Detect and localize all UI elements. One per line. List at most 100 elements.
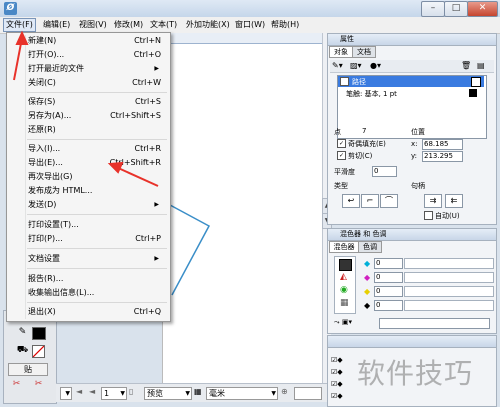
magenta-slider[interactable] xyxy=(404,272,494,283)
yellow-value-field[interactable]: 0 xyxy=(374,286,403,297)
type-curve-button[interactable]: ⌒ xyxy=(380,194,398,208)
menu-item-open[interactable]: 打开(O)... Ctrl+O xyxy=(9,49,167,61)
fill-color-swatch[interactable] xyxy=(32,345,45,358)
menu-item-open-recent[interactable]: 打开最近的文件 ▶ xyxy=(9,63,167,75)
magenta-value-field[interactable]: 0 xyxy=(374,272,403,283)
cyan-value-field[interactable]: 0 xyxy=(374,258,403,269)
menu-item-collect-output[interactable]: 收集输出信息(L)... xyxy=(9,287,167,299)
zoom-field[interactable] xyxy=(294,387,322,400)
stroke-attribute[interactable]: 笔触: 基本, 1 pt xyxy=(346,89,397,99)
effect-tool-icon[interactable]: ●▾ xyxy=(370,61,381,70)
lower-panel-list[interactable]: ☑◆ ☑◆ ☑◆ ☑◆ xyxy=(331,354,343,402)
page-number-field[interactable]: 1 ▼ xyxy=(101,387,127,400)
x-position-field[interactable]: 68.185 xyxy=(422,139,463,150)
rgb-mode-icon[interactable] xyxy=(339,259,352,271)
point-label: 点 xyxy=(334,128,341,136)
menu-item-new[interactable]: 新建(N) Ctrl+N xyxy=(9,35,167,47)
clip-checkbox[interactable]: ✓ xyxy=(337,151,346,160)
minimize-button[interactable]: – xyxy=(421,1,445,17)
menu-item-shortcut: Ctrl+R xyxy=(134,144,162,153)
tab-tints[interactable]: 色调 xyxy=(358,241,382,253)
menu-item-label: 保存(S) xyxy=(28,97,56,106)
smoothness-label: 平滑度 xyxy=(334,168,355,176)
menu-item-revert[interactable]: 还原(R) xyxy=(9,124,167,136)
fill-bucket-icon[interactable]: ⛟ xyxy=(14,343,31,358)
path-checkbox[interactable] xyxy=(340,77,349,86)
handle-left-button[interactable]: ⇉ xyxy=(424,194,442,208)
path-color-swatch[interactable] xyxy=(471,77,481,87)
type-corner-button[interactable]: ⌐ xyxy=(361,194,379,208)
cyan-slider[interactable] xyxy=(404,258,494,269)
menu-item-print-setup[interactable]: 打印设置(T)... xyxy=(9,219,167,231)
stroke-attribute-label: 笔触: 基本, 1 pt xyxy=(346,90,397,98)
menu-modify[interactable]: 修改(M) xyxy=(112,19,145,31)
view-mode-select[interactable]: 预览 ▼ xyxy=(144,387,192,400)
black-value-field[interactable]: 0 xyxy=(374,300,403,311)
page-nav-dropdown[interactable]: ▼ xyxy=(60,387,72,400)
panel-options-icon[interactable]: ▤ xyxy=(477,61,485,70)
stroke-color-indicator[interactable] xyxy=(469,89,477,97)
unit-select[interactable]: 毫米 ▼ xyxy=(206,387,278,400)
path-drawing[interactable] xyxy=(162,33,322,383)
close-button[interactable]: ✕ xyxy=(467,1,498,17)
menu-item-export-again[interactable]: 再次导出(G) xyxy=(9,171,167,183)
page-icon[interactable]: ▯ xyxy=(129,387,133,396)
submenu-arrow-icon: ▶ xyxy=(154,201,159,208)
delete-attribute-icon[interactable]: 🗑 xyxy=(461,61,471,70)
scissors-icon[interactable]: ✂ xyxy=(8,377,25,392)
menu-item-save[interactable]: 保存(S) Ctrl+S xyxy=(9,96,167,108)
menu-item-send[interactable]: 发送(D) ▶ xyxy=(9,199,167,211)
pencil-icon[interactable]: ✎ xyxy=(14,325,31,340)
menu-item-import[interactable]: 导入(I)... Ctrl+R xyxy=(9,143,167,155)
mixer-bottom-tools[interactable]: ⤳ ▣▾ xyxy=(334,318,374,328)
stroke-color-swatch[interactable] xyxy=(32,327,46,340)
hex-mode-icon[interactable]: ◭ xyxy=(340,272,347,282)
menu-item-print[interactable]: 打印(P)... Ctrl+P xyxy=(9,233,167,245)
menu-item-document-setup[interactable]: 文档设置 ▶ xyxy=(9,253,167,265)
properties-panel-title[interactable]: 属性 xyxy=(328,34,496,46)
type-smooth-button[interactable]: ↩ xyxy=(342,194,360,208)
even-odd-fill-checkbox[interactable]: ✓ xyxy=(337,139,346,148)
maximize-button[interactable]: □ xyxy=(444,1,468,17)
handle-right-button[interactable]: ⇇ xyxy=(445,194,463,208)
menu-item-close[interactable]: 关闭(C) Ctrl+W xyxy=(9,77,167,89)
yellow-slider[interactable] xyxy=(404,286,494,297)
prev-page-icon[interactable]: ◄ xyxy=(89,387,95,396)
mixer-color-preview[interactable] xyxy=(379,318,490,329)
mixer-panel-title[interactable]: 混色器 和 色调 xyxy=(328,229,496,241)
menu-file[interactable]: 文件(F) xyxy=(3,18,36,32)
black-slider[interactable] xyxy=(404,300,494,311)
menu-item-label: 收集输出信息(L)... xyxy=(28,288,95,297)
menu-edit[interactable]: 编辑(E) xyxy=(41,19,72,31)
y-position-field[interactable]: 213.295 xyxy=(422,151,463,162)
menu-window[interactable]: 窗口(W) xyxy=(233,19,267,31)
smoothness-field[interactable]: 0 xyxy=(372,166,397,177)
menu-item-export[interactable]: 导出(E)... Ctrl+Shift+R xyxy=(9,157,167,169)
menu-help[interactable]: 帮助(H) xyxy=(269,19,301,31)
menu-item-label: 另存为(A)... xyxy=(28,111,72,120)
zoom-icon[interactable]: ⊕ xyxy=(281,387,288,396)
lower-panel-title[interactable] xyxy=(328,336,496,348)
menu-view[interactable]: 视图(V) xyxy=(77,19,109,31)
knife-icon[interactable]: ✂ xyxy=(30,377,47,392)
fill-tool-icon[interactable]: ▨▾ xyxy=(350,61,362,70)
attribute-row-path[interactable]: 路径 xyxy=(338,76,484,87)
menu-item-save-as[interactable]: 另存为(A)... Ctrl+Shift+S xyxy=(9,110,167,122)
tab-object[interactable]: 对象 xyxy=(329,46,353,58)
menu-item-exit[interactable]: 退出(X) Ctrl+Q xyxy=(9,306,167,318)
auto-checkbox[interactable] xyxy=(424,211,433,220)
menu-xtras[interactable]: 外加功能(X) xyxy=(184,19,232,31)
tab-document[interactable]: 文档 xyxy=(352,46,376,58)
stroke-tool-icon[interactable]: ✎▾ xyxy=(332,61,343,70)
menu-text[interactable]: 文本(T) xyxy=(148,19,179,31)
menu-item-publish-html[interactable]: 发布成为 HTML... xyxy=(9,185,167,197)
first-page-icon[interactable]: ◄ xyxy=(76,387,82,396)
path-line[interactable] xyxy=(169,204,211,296)
tab-mixer[interactable]: 混色器 xyxy=(329,241,359,253)
menu-item-report[interactable]: 报告(R)... xyxy=(9,273,167,285)
cmy-mode-icon[interactable]: ▦ xyxy=(340,298,349,308)
hsl-mode-icon[interactable]: ◉ xyxy=(340,285,348,295)
menu-item-label: 导出(E)... xyxy=(28,158,63,167)
grid-icon[interactable]: ▦ xyxy=(194,387,202,396)
tool-label[interactable]: 贴 xyxy=(8,363,48,376)
